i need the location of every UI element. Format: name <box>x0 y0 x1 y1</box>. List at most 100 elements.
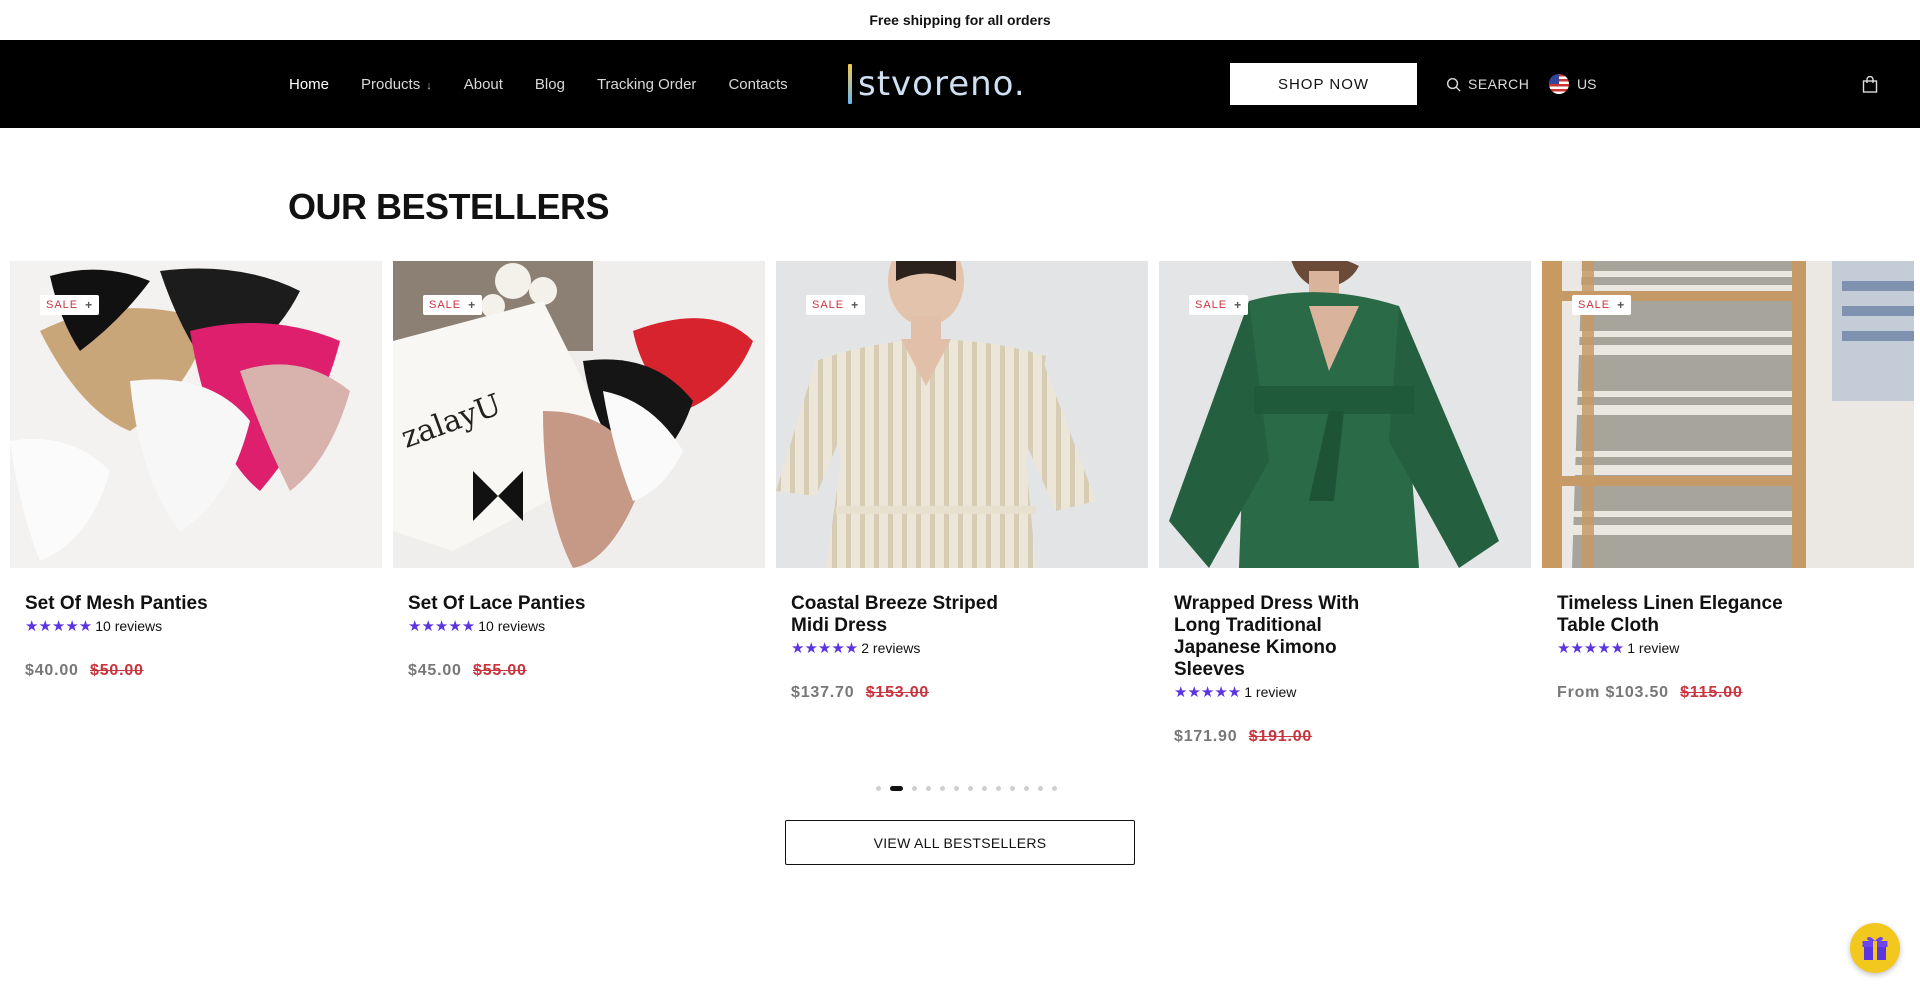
country-selector[interactable]: US <box>1549 40 1596 128</box>
gift-button[interactable] <box>1850 923 1900 973</box>
carousel-dot[interactable] <box>926 786 931 791</box>
carousel-dot[interactable] <box>890 786 903 791</box>
plus-icon: + <box>1617 298 1626 312</box>
product-card[interactable]: SALE + Set Of Mesh Panties ★★★★★ 10 revie… <box>10 261 382 680</box>
carousel-dot[interactable] <box>996 786 1001 791</box>
sale-badge: SALE + <box>423 295 483 315</box>
sale-badge-label: SALE <box>429 299 462 311</box>
carousel-dot[interactable] <box>968 786 973 791</box>
sale-badge-label: SALE <box>46 299 79 311</box>
plus-icon: + <box>851 298 860 312</box>
carousel-dot[interactable] <box>1038 786 1043 791</box>
product-rating: ★★★★★ 2 reviews <box>791 639 1133 657</box>
sale-price: From $103.50 <box>1557 684 1669 701</box>
sale-badge: SALE + <box>1572 295 1632 315</box>
product-card[interactable]: SALE + Wrapped Dress With Long Traditiona… <box>1159 261 1531 746</box>
nav-about[interactable]: About <box>464 76 503 93</box>
search-label: SEARCH <box>1468 76 1530 92</box>
product-price: $137.70 $153.00 <box>791 684 1133 702</box>
product-info: Timeless Linen Elegance Table Cloth ★★★★… <box>1542 568 1914 702</box>
nav-home[interactable]: Home <box>289 76 329 93</box>
original-price: $153.00 <box>865 684 930 701</box>
plus-icon: + <box>468 298 477 312</box>
nav-contacts[interactable]: Contacts <box>728 76 787 93</box>
product-image[interactable]: SALE + <box>1542 261 1914 568</box>
product-image[interactable]: zalayU SALE + <box>393 261 765 568</box>
carousel-dot[interactable] <box>876 786 881 791</box>
carousel-dot[interactable] <box>1024 786 1029 791</box>
product-price: From $103.50 $115.00 <box>1557 684 1899 702</box>
star-rating-icon: ★★★★★ <box>791 640 859 657</box>
product-name[interactable]: Wrapped Dress With Long Traditional Japa… <box>1174 593 1404 681</box>
carousel-dot[interactable] <box>1052 786 1057 791</box>
product-image[interactable]: SALE + <box>10 261 382 568</box>
product-price: $40.00 $50.00 <box>25 662 367 680</box>
star-rating-icon: ★★★★★ <box>408 618 476 635</box>
product-name[interactable]: Set Of Lace Panties <box>408 593 638 615</box>
product-price: $171.90 $191.00 <box>1174 728 1516 746</box>
product-name[interactable]: Coastal Breeze Striped Midi Dress <box>791 593 1021 637</box>
original-price: $55.00 <box>473 662 527 679</box>
nav-products[interactable]: Products ↓ <box>361 76 432 93</box>
country-label: US <box>1577 76 1597 92</box>
product-card[interactable]: SALE + Coastal Breeze Striped Midi Dress … <box>776 261 1148 702</box>
section-title: OUR BESTELLERS <box>288 186 610 227</box>
review-count: 2 reviews <box>861 640 921 656</box>
review-count: 1 review <box>1244 684 1297 700</box>
nav-products-label: Products <box>361 75 421 93</box>
review-count: 10 reviews <box>95 618 163 634</box>
star-rating-icon: ★★★★★ <box>25 618 93 635</box>
star-rating-icon: ★★★★★ <box>1174 684 1242 701</box>
carousel-dot[interactable] <box>982 786 987 791</box>
sale-badge: SALE + <box>40 295 100 315</box>
product-name[interactable]: Set Of Mesh Panties <box>25 593 255 615</box>
plus-icon: + <box>1234 298 1243 312</box>
product-info: Set Of Lace Panties ★★★★★ 10 reviews $45… <box>393 568 765 680</box>
sale-badge: SALE + <box>1189 295 1249 315</box>
product-rating: ★★★★★ 10 reviews <box>25 617 367 635</box>
product-rating: ★★★★★ 1 review <box>1557 639 1899 657</box>
sale-price: $137.70 <box>791 684 855 701</box>
carousel-dot[interactable] <box>1010 786 1015 791</box>
product-image[interactable]: SALE + <box>1159 261 1531 568</box>
carousel-dot[interactable] <box>954 786 959 791</box>
site-logo[interactable]: stvoreno. <box>848 40 1026 128</box>
product-info: Set Of Mesh Panties ★★★★★ 10 reviews $40… <box>10 568 382 680</box>
product-name[interactable]: Timeless Linen Elegance Table Cloth <box>1557 593 1787 637</box>
plus-icon: + <box>85 298 94 312</box>
shopping-bag-icon <box>1862 75 1878 93</box>
original-price: $50.00 <box>90 662 144 679</box>
star-rating-icon: ★★★★★ <box>1557 640 1625 657</box>
product-carousel: SALE + Set Of Mesh Panties ★★★★★ 10 revie… <box>10 261 1914 761</box>
chevron-down-icon: ↓ <box>426 80 432 92</box>
product-card[interactable]: SALE + Timeless Linen Elegance Table Clot… <box>1542 261 1914 702</box>
product-card[interactable]: zalayU SALE + Set Of Lace Panties ★★★★★ 1… <box>393 261 765 680</box>
original-price: $115.00 <box>1680 684 1743 701</box>
sale-badge: SALE + <box>806 295 866 315</box>
view-all-bestsellers-button[interactable]: VIEW ALL BESTSELLERS <box>785 820 1135 865</box>
site-header: Home Products ↓ About Blog Tracking Order… <box>0 40 1920 128</box>
product-rating: ★★★★★ 10 reviews <box>408 617 750 635</box>
nav-blog[interactable]: Blog <box>535 76 565 93</box>
carousel-dot[interactable] <box>912 786 917 791</box>
product-info: Coastal Breeze Striped Midi Dress ★★★★★ … <box>776 568 1148 702</box>
sale-price: $171.90 <box>1174 728 1238 745</box>
carousel-dot[interactable] <box>940 786 945 791</box>
shop-now-button[interactable]: SHOP NOW <box>1230 63 1417 105</box>
sale-price: $40.00 <box>25 662 79 679</box>
review-count: 10 reviews <box>478 618 546 634</box>
original-price: $191.00 <box>1248 728 1313 745</box>
nav-tracking-order[interactable]: Tracking Order <box>597 76 696 93</box>
sale-badge-label: SALE <box>1578 299 1611 311</box>
cart-button[interactable] <box>1862 40 1878 128</box>
product-rating: ★★★★★ 1 review <box>1174 683 1516 701</box>
gift-icon <box>1862 937 1888 960</box>
product-image[interactable]: SALE + <box>776 261 1148 568</box>
review-count: 1 review <box>1627 640 1680 656</box>
carousel-pagination <box>876 786 1066 791</box>
product-price: $45.00 $55.00 <box>408 662 750 680</box>
announcement-bar: Free shipping for all orders <box>0 0 1920 40</box>
logo-bar <box>848 64 852 104</box>
search-button[interactable]: SEARCH <box>1446 40 1529 128</box>
search-icon <box>1446 77 1461 92</box>
